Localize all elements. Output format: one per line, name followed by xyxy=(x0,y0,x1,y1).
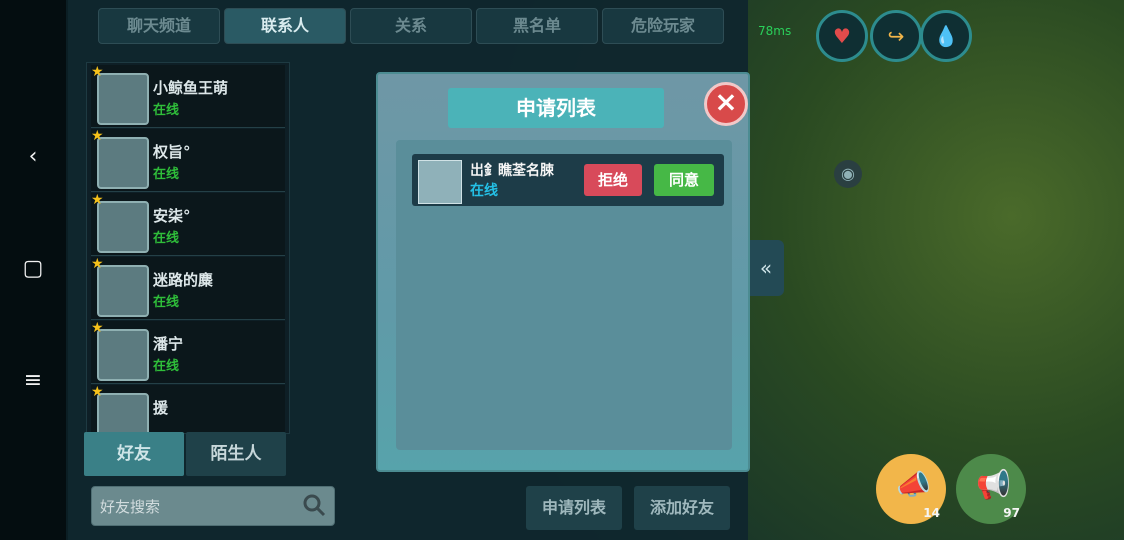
friend-list-item[interactable]: ★ 权旨° 在线 xyxy=(91,129,285,192)
modal-title: 申请列表 xyxy=(516,96,596,120)
friend-search-input[interactable]: 好友搜索 xyxy=(91,486,335,526)
avatar xyxy=(97,393,149,433)
horn-count: 97 xyxy=(1003,506,1020,520)
horn-button-gold[interactable]: 📣 14 xyxy=(876,454,946,524)
tab-blacklist[interactable]: 黑名单 xyxy=(476,8,598,44)
horn-button-green[interactable]: 📢 97 xyxy=(956,454,1026,524)
search-icon[interactable] xyxy=(302,493,326,517)
friend-type-tabs: 好友 陌生人 xyxy=(84,432,290,476)
tab-friends[interactable]: 好友 xyxy=(84,432,184,476)
energy-hud: ↪ xyxy=(870,10,922,62)
friend-name: 小鲸鱼王萌 xyxy=(153,79,229,97)
system-navigation-bar: ‹ ▢ ≡ xyxy=(0,0,66,540)
star-icon: ★ xyxy=(91,128,104,144)
curve-icon: ↪ xyxy=(887,24,905,48)
star-icon: ★ xyxy=(91,384,104,400)
megaphone-icon: 📢 xyxy=(976,468,1011,501)
friend-status: 在线 xyxy=(153,295,180,310)
back-chevron-icon[interactable]: ‹ xyxy=(20,144,46,170)
friend-list-item[interactable]: ★ 小鲸鱼王萌 在线 xyxy=(91,65,285,128)
home-square-icon[interactable]: ▢ xyxy=(20,256,46,282)
avatar xyxy=(97,201,149,253)
friend-list-item[interactable]: ★ 迷路的麋 在线 xyxy=(91,257,285,320)
star-icon: ★ xyxy=(91,192,104,208)
accept-button[interactable]: 同意 xyxy=(654,164,714,196)
friend-status: 在线 xyxy=(153,359,180,374)
avatar xyxy=(418,160,462,204)
friend-status: 在线 xyxy=(153,231,180,246)
friend-list-item[interactable]: ★ 安柒° 在线 xyxy=(91,193,285,256)
horn-count: 14 xyxy=(923,506,940,520)
friend-name: 安柒° xyxy=(153,207,191,225)
friend-name: 权旨° xyxy=(153,143,191,161)
star-icon: ★ xyxy=(91,256,104,272)
tab-strangers[interactable]: 陌生人 xyxy=(186,432,286,476)
request-list-modal: 申请列表 × 岀釒瞧荃名脨 在线 拒绝 同意 xyxy=(376,72,750,472)
close-icon[interactable]: × xyxy=(704,82,748,126)
friend-status: 在线 xyxy=(153,167,180,182)
tab-contacts[interactable]: 联系人 xyxy=(224,8,346,44)
reject-button[interactable]: 拒绝 xyxy=(584,164,642,196)
request-list-button[interactable]: 申请列表 xyxy=(526,486,622,530)
request-list: 岀釒瞧荃名脨 在线 拒绝 同意 xyxy=(396,140,732,450)
modal-title-banner: 申请列表 xyxy=(448,88,664,128)
friend-status: 在线 xyxy=(153,103,180,118)
friend-name: 援 xyxy=(153,399,169,417)
add-friend-button[interactable]: 添加好友 xyxy=(634,486,730,530)
tab-dangerous-players[interactable]: 危险玩家 xyxy=(602,8,724,44)
collapse-double-chevron-icon[interactable]: « xyxy=(748,240,784,296)
ping-wifi-icon: 78ms xyxy=(758,24,792,54)
menu-hamburger-icon[interactable]: ≡ xyxy=(20,368,46,394)
friend-name: 迷路的麋 xyxy=(153,271,214,289)
tab-relations[interactable]: 关系 xyxy=(350,8,472,44)
friend-list-item[interactable]: ★ 潘宁 在线 xyxy=(91,321,285,384)
friend-list-item[interactable]: ★ 援 xyxy=(91,384,285,433)
avatar xyxy=(97,73,149,125)
request-row: 岀釒瞧荃名脨 在线 拒绝 同意 xyxy=(412,154,724,206)
star-icon: ★ xyxy=(91,320,104,336)
search-placeholder: 好友搜索 xyxy=(100,498,161,516)
health-hud: ♥ xyxy=(816,10,868,62)
star-icon: ★ xyxy=(91,64,104,80)
heart-icon: ♥ xyxy=(833,24,851,48)
water-hud: 💧 xyxy=(920,10,972,62)
request-status: 在线 xyxy=(470,183,498,199)
droplet-icon: 💧 xyxy=(933,24,959,48)
avatar xyxy=(97,137,149,189)
tab-chat-channel[interactable]: 聊天频道 xyxy=(98,8,220,44)
avatar xyxy=(97,265,149,317)
avatar xyxy=(97,329,149,381)
eye-icon[interactable]: ◉ xyxy=(834,160,862,188)
game-scene: ‹ ▢ ≡ 聊天频道 联系人 关系 黑名单 危险玩家 ★ 小鲸鱼王萌 在线 ★ … xyxy=(0,0,1124,540)
friend-name: 潘宁 xyxy=(153,335,184,353)
friend-list: ★ 小鲸鱼王萌 在线 ★ 权旨° 在线 ★ 安柒° 在线 ★ 迷路的麋 在线 ★… xyxy=(86,62,290,434)
megaphone-icon: 📣 xyxy=(896,468,931,501)
request-name: 岀釒瞧荃名脨 xyxy=(470,163,554,179)
ping-text: 78ms xyxy=(758,24,792,38)
